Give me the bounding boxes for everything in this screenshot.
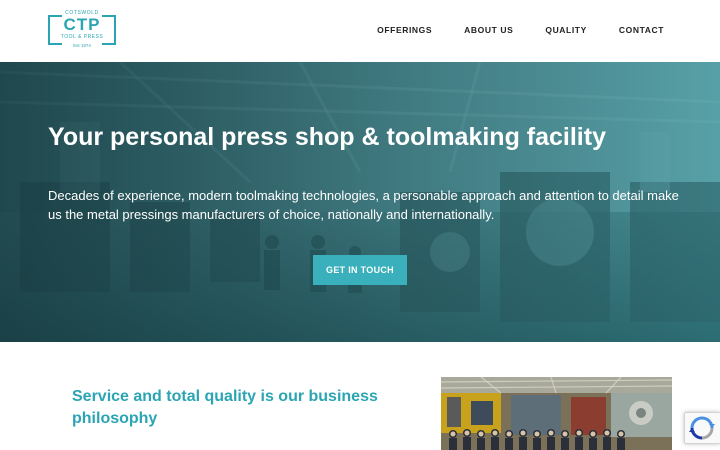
hero-description: Decades of experience, modern toolmaking… [48, 188, 679, 222]
recaptcha-icon [689, 416, 715, 440]
nav-about-us[interactable]: ABOUT US [464, 23, 513, 37]
hero-title: Your personal press shop & toolmaking fa… [48, 123, 606, 151]
team-photo [441, 377, 672, 450]
nav-quality[interactable]: QUALITY [545, 23, 587, 37]
recaptcha-badge[interactable] [684, 412, 720, 444]
nav-contact[interactable]: CONTACT [619, 23, 664, 37]
site-header: COTSWOLD CTP TOOL & PRESS Est 1974 OFFER… [0, 0, 720, 62]
hero-section: Your personal press shop & toolmaking fa… [0, 62, 720, 342]
section-heading: Service and total quality is our busines… [72, 388, 378, 427]
main-nav: OFFERINGS ABOUT US QUALITY CONTACT [377, 23, 664, 37]
get-in-touch-button[interactable]: GET IN TOUCH [313, 255, 407, 285]
logo-est-text: Est 1974 [62, 43, 102, 49]
logo-main-text: CTP [63, 15, 101, 34]
ctp-logo[interactable]: COTSWOLD CTP TOOL & PRESS Est 1974 [48, 9, 116, 49]
team-workshop-image [441, 377, 672, 450]
nav-offerings[interactable]: OFFERINGS [377, 23, 432, 37]
logo-sub-text: TOOL & PRESS [60, 34, 104, 40]
